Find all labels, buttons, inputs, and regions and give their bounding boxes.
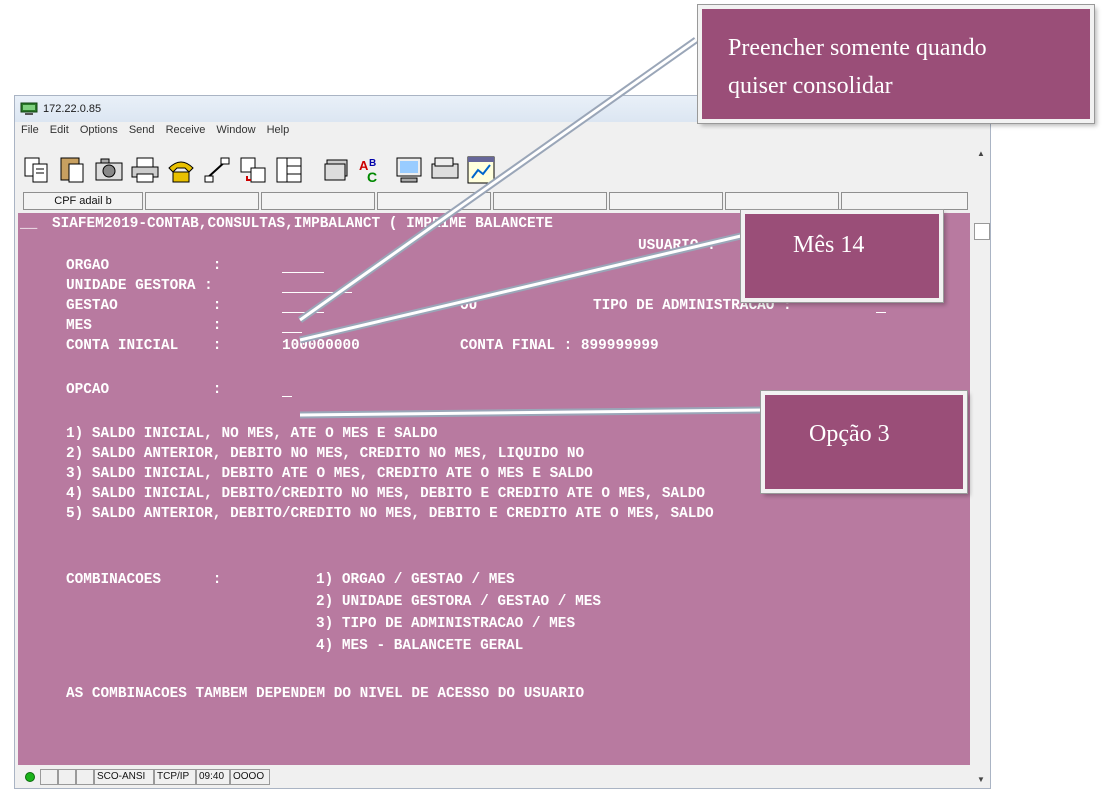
key-button-4[interactable] <box>377 192 491 210</box>
gestao-input[interactable] <box>282 312 324 313</box>
unidade-gestora-label: UNIDADE GESTORA : <box>66 278 213 294</box>
combinacao-2: 2) UNIDADE GESTORA / GESTAO / MES <box>316 594 601 610</box>
menu-options[interactable]: Options <box>80 124 118 136</box>
ou-label: OU <box>460 298 478 314</box>
orgao-label: ORGAO : <box>66 258 222 274</box>
gestao-label: GESTAO : <box>66 298 222 314</box>
paste-icon[interactable] <box>57 154 89 186</box>
mes-input[interactable] <box>282 332 302 333</box>
print-icon[interactable] <box>129 154 161 186</box>
clock: 09:40 <box>196 769 230 785</box>
scroll-up-icon[interactable]: ▲ <box>977 149 985 158</box>
callout-opcao3: Opção 3 <box>761 391 967 493</box>
svg-text:B: B <box>369 158 376 169</box>
camera-icon[interactable] <box>93 154 125 186</box>
monitor-icon[interactable] <box>393 154 425 186</box>
toolbar: A B C <box>15 144 975 186</box>
tipo-adm-input[interactable] <box>876 312 886 313</box>
menu-bar: File Edit Options Send Receive Window He… <box>15 124 291 140</box>
status-indicator: OOOO <box>230 769 270 785</box>
menu-window[interactable]: Window <box>216 124 255 136</box>
vertical-scrollbar[interactable]: ▲ ▼ <box>973 141 990 786</box>
svg-text:C: C <box>367 169 377 185</box>
connection-led-icon <box>25 772 35 782</box>
phone-icon[interactable] <box>165 154 197 186</box>
disconnect-icon[interactable] <box>201 154 233 186</box>
menu-help[interactable]: Help <box>267 124 290 136</box>
terminal-icon <box>20 102 38 115</box>
scroll-down-icon[interactable]: ▼ <box>977 775 985 784</box>
conta-inicial-label: CONTA INICIAL : <box>66 338 222 354</box>
footer-note: AS COMBINACOES TAMBEM DEPENDEM DO NIVEL … <box>66 686 585 702</box>
callout-consolidar-line2: quiser consolidar <box>728 73 893 99</box>
chart-window-icon[interactable] <box>465 154 497 186</box>
usuario-label: USUARIO : <box>638 238 716 254</box>
combinacao-1: 1) ORGAO / GESTAO / MES <box>316 572 515 588</box>
spell-check-icon[interactable]: A B C <box>357 154 389 186</box>
key-button-6[interactable] <box>609 192 723 210</box>
function-key-row: CPF adail b <box>23 192 968 210</box>
option-5: 5) SALDO ANTERIOR, DEBITO/CREDITO NO MES… <box>66 506 714 522</box>
key-button-2[interactable] <box>145 192 259 210</box>
menu-send[interactable]: Send <box>129 124 155 136</box>
unidade-gestora-input[interactable] <box>282 292 352 293</box>
callout-mes14-text: Mês 14 <box>793 232 865 258</box>
key-button-5[interactable] <box>493 192 607 210</box>
copy-icon[interactable] <box>21 154 53 186</box>
protocol: TCP/IP <box>154 769 196 785</box>
key-button-8[interactable] <box>841 192 968 210</box>
callout-consolidar-line1: Preencher somente quando <box>728 35 987 61</box>
screen-cursor: __ <box>20 216 38 232</box>
menu-edit[interactable]: Edit <box>50 124 69 136</box>
opcao-label: OPCAO : <box>66 382 222 398</box>
mes-label: MES : <box>66 318 222 334</box>
scroll-thumb[interactable] <box>974 223 990 240</box>
option-1: 1) SALDO INICIAL, NO MES, ATE O MES E SA… <box>66 426 438 442</box>
key-button-cpf[interactable]: CPF adail b <box>23 192 143 210</box>
combinacoes-label: COMBINACOES : <box>66 572 222 588</box>
option-2: 2) SALDO ANTERIOR, DEBITO NO MES, CREDIT… <box>66 446 585 462</box>
transfer-icon[interactable] <box>237 154 269 186</box>
menu-file[interactable]: File <box>21 124 39 136</box>
orgao-input[interactable] <box>282 272 324 273</box>
keyboard-icon[interactable] <box>429 154 461 186</box>
status-cell-3 <box>76 769 94 785</box>
opcao-input[interactable] <box>282 396 292 397</box>
screen-header: SIAFEM2019-CONTAB,CONSULTAS,IMPBALANCT (… <box>52 216 553 232</box>
layout-icon[interactable] <box>273 154 305 186</box>
callout-opcao3-text: Opção 3 <box>809 421 890 447</box>
combinacao-3: 3) TIPO DE ADMINISTRACAO / MES <box>316 616 576 632</box>
option-4: 4) SALDO INICIAL, DEBITO/CREDITO NO MES,… <box>66 486 706 502</box>
status-cell-2 <box>58 769 76 785</box>
callout-consolidar: Preencher somente quando quiser consolid… <box>698 5 1094 123</box>
key-button-3[interactable] <box>261 192 375 210</box>
conta-inicial-value[interactable]: 100000000 <box>282 337 360 355</box>
menu-receive[interactable]: Receive <box>166 124 206 136</box>
combinacao-4: 4) MES - BALANCETE GERAL <box>316 638 524 654</box>
status-cell-1 <box>40 769 58 785</box>
status-bar: SCO-ANSI TCP/IP 09:40 OOOO <box>18 768 970 786</box>
callout-mes14: Mês 14 <box>741 210 943 302</box>
emulation-type: SCO-ANSI <box>94 769 154 785</box>
window-title: 172.22.0.85 <box>43 103 102 115</box>
macro-icon[interactable] <box>321 154 353 186</box>
key-button-7[interactable] <box>725 192 839 210</box>
option-3: 3) SALDO INICIAL, DEBITO ATE O MES, CRED… <box>66 466 593 482</box>
conta-final[interactable]: CONTA FINAL : 899999999 <box>460 337 659 355</box>
